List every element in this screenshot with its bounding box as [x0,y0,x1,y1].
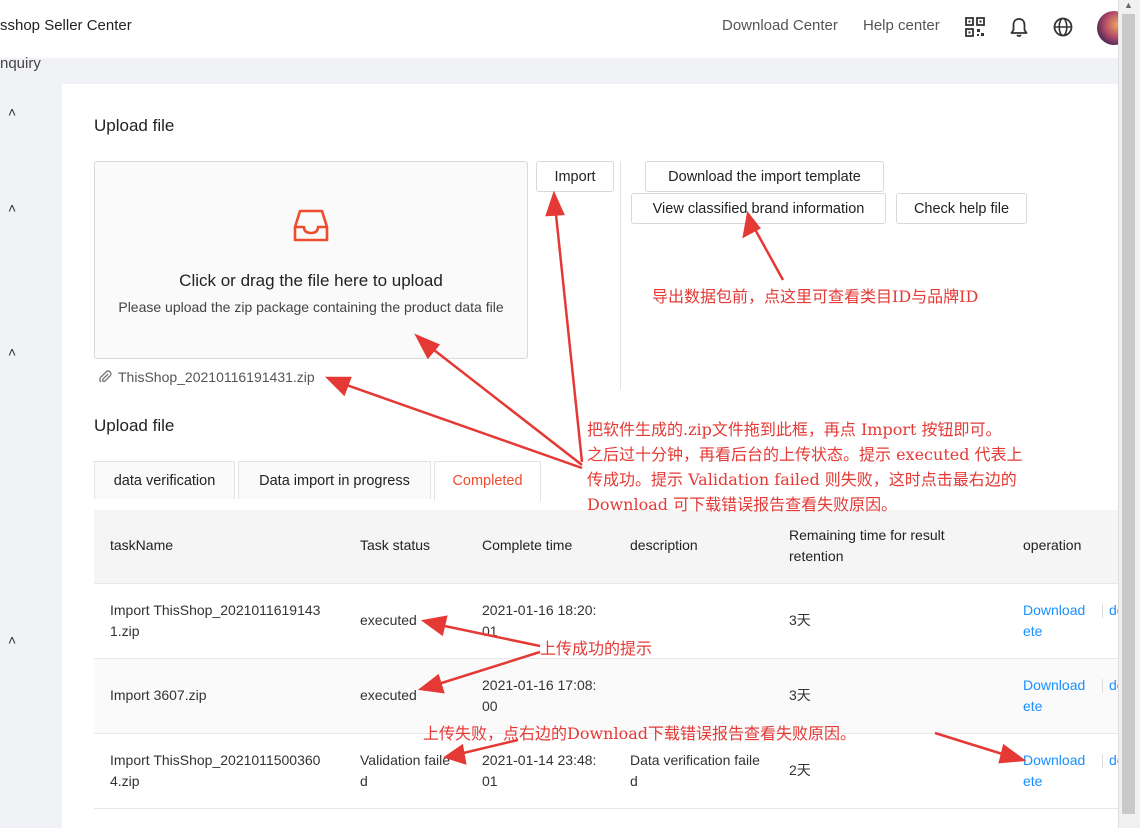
download-link[interactable]: Download [1023,600,1085,621]
download-link[interactable]: Download [1023,675,1085,696]
cell-taskname: Import ThisShop_20210116191431.zip [110,602,321,639]
cell-time: 2021-01-16 17:08:00 [482,677,597,714]
upload-dropzone[interactable]: Click or drag the file here to upload Pl… [94,161,528,359]
top-bar [0,0,1118,58]
cell-status: Validation failed [360,752,451,789]
check-help-file-button[interactable]: Check help file [896,193,1027,224]
collapse-caret-icon[interactable]: ˄ [8,344,16,360]
nav-download-center[interactable]: Download Center [722,17,838,34]
delete-link-part[interactable]: ete [1023,771,1053,792]
op-separator [1102,754,1103,768]
cell-taskname: Import 3607.zip [110,687,207,703]
col-operation: operation [1023,537,1082,553]
collapse-caret-icon[interactable]: ˄ [8,104,16,120]
col-complete-time: Complete time [482,537,573,553]
cell-taskname: Import ThisShop_20210115003604.zip [110,752,321,789]
bell-icon[interactable] [1008,16,1030,38]
vertical-divider [620,161,621,389]
cell-time: 2021-01-14 23:48:01 [482,752,597,789]
nav-help-center[interactable]: Help center [863,17,940,34]
cell-description: Data verification failed [630,752,760,789]
op-separator [1102,679,1103,693]
delete-link-part[interactable]: ete [1023,696,1053,717]
annotation-main-note: 把软件生成的.zip文件拖到此框，再点 Import 按钮即可。 之后过十分钟，… [587,417,1023,517]
tab-import-in-progress[interactable]: Data import in progress [238,461,431,499]
paperclip-icon [99,370,112,383]
cell-remaining: 3天 [789,612,811,628]
download-link[interactable]: Download [1023,750,1085,771]
dropzone-title: Click or drag the file here to upload [179,271,443,290]
scrollbar-thumb[interactable] [1122,14,1135,814]
delete-link-part[interactable]: ete [1023,621,1053,642]
annotation-line: 传成功。提示 Validation failed 则失败，这时点击最右边的 [587,470,1017,489]
app-title: sshop Seller Center [0,17,132,34]
cell-remaining: 3天 [789,687,811,703]
download-template-button[interactable]: Download the import template [645,161,884,192]
scroll-up-arrow-icon[interactable]: ▲ [1122,0,1135,12]
table-header: taskName Task status Complete time descr… [94,510,1118,584]
annotation-line: 之后过十分钟，再看后台的上传状态。提示 executed 代表上 [587,445,1023,464]
annotation-brand-note: 导出数据包前，点这里可查看类目ID与品牌ID [652,287,979,306]
import-button[interactable]: Import [536,161,614,192]
delete-link-part[interactable]: delete [1109,750,1118,771]
annotation-line: 把软件生成的.zip文件拖到此框，再点 Import 按钮即可。 [587,420,1002,439]
inbox-icon [293,209,329,242]
uploaded-file-name[interactable]: ThisShop_20210116191431.zip [118,369,315,385]
annotation-fail-note: 上传失败，点右边的Download下载错误报告查看失败原因。 [423,724,856,743]
col-task-status: Task status [360,537,431,553]
table-row: Import ThisShop_20210115003604.zip Valid… [94,734,1118,809]
op-separator [1102,604,1103,618]
cell-status: executed [360,687,417,703]
cell-remaining: 2天 [789,762,811,778]
dropzone-hint: Please upload the zip package containing… [118,299,504,315]
cell-status: executed [360,612,417,628]
delete-link-part[interactable]: delete [1109,600,1118,621]
col-taskname: taskName [110,537,174,553]
uploaded-file[interactable]: ThisShop_20210116191431.zip [98,369,315,385]
qrcode-icon[interactable] [964,16,986,38]
col-description: description [630,537,698,553]
tab-data-verification[interactable]: data verification [94,461,235,499]
collapse-caret-icon[interactable]: ˄ [8,200,16,216]
tab-completed[interactable]: Completed [434,461,541,501]
annotation-line: Download 可下载错误报告查看失败原因。 [587,495,898,514]
records-section-title: Upload file [94,416,175,435]
globe-icon[interactable] [1052,16,1074,38]
annotation-success-note: 上传成功的提示 [540,639,653,658]
view-brand-info-button[interactable]: View classified brand information [631,193,886,224]
upload-section-title: Upload file [94,116,175,135]
page-subtitle: nquiry [0,55,41,72]
col-remaining-time: Remaining time for result retention [789,527,945,564]
collapse-caret-icon[interactable]: ˄ [8,632,16,648]
delete-link-part[interactable]: delete [1109,675,1118,696]
